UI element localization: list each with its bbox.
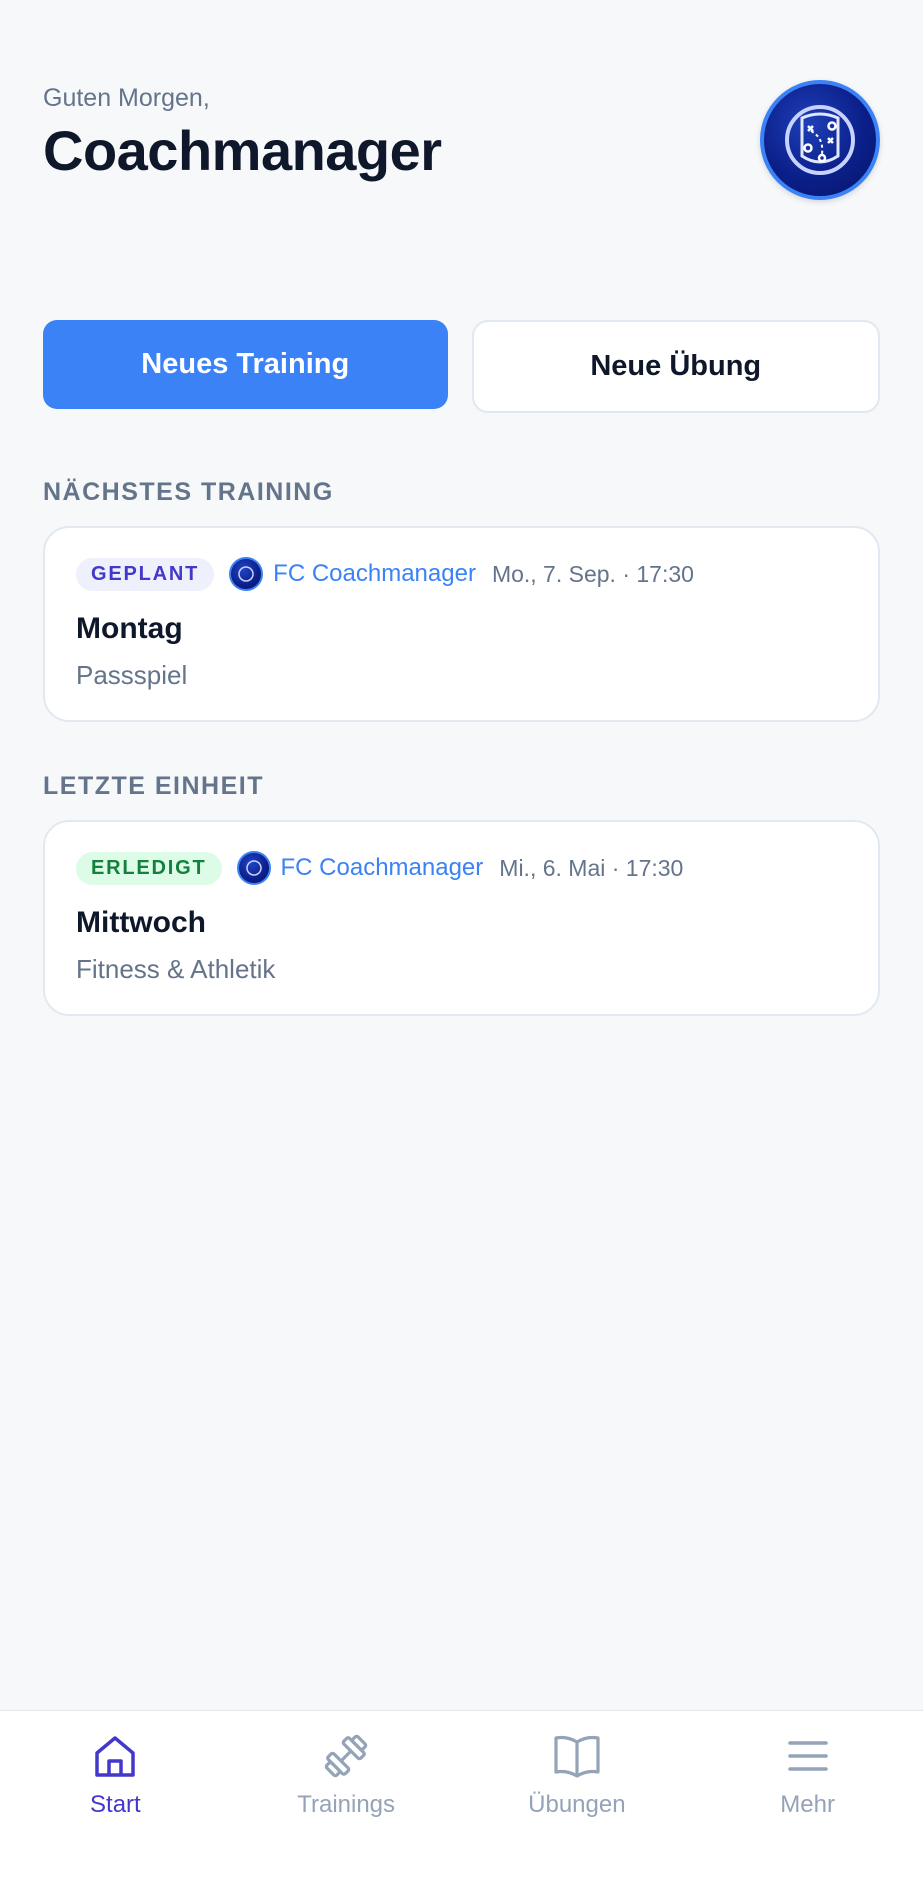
tab-mehr[interactable]: Mehr [692, 1711, 923, 1890]
new-exercise-button[interactable]: Neue Übung [471, 320, 880, 413]
team-logo-icon [229, 557, 264, 591]
session-date: Mi., 6. Mai · 17:30 [499, 854, 684, 881]
new-training-button[interactable]: Neues Training [43, 320, 448, 409]
tab-trainings[interactable]: Trainings [231, 1711, 462, 1890]
header: Guten Morgen, Coachmanager [43, 80, 880, 210]
team-logo-icon [236, 851, 271, 885]
tab-bar: Start Trainings Übungen Mehr [0, 1710, 923, 1890]
session-title: Mittwoch [76, 906, 206, 939]
page-title: Coachmanager [43, 119, 442, 182]
training-focus: Passspiel [76, 660, 188, 690]
tab-label: Übungen [528, 1791, 626, 1818]
status-badge: ERLEDIGT [76, 851, 222, 885]
session-focus: Fitness & Athletik [76, 954, 276, 984]
avatar[interactable] [760, 80, 880, 200]
tactics-board-icon [785, 105, 855, 175]
greeting: Guten Morgen, [43, 84, 210, 112]
quick-actions: Neues Training Neue Übung [43, 320, 880, 413]
team-name[interactable]: FC Coachmanager [273, 560, 476, 588]
tab-label: Trainings [297, 1791, 396, 1818]
dumbbell-icon [319, 1729, 373, 1783]
section-label-last-session: LETZTE EINHEIT [43, 772, 264, 800]
home-icon [88, 1729, 142, 1783]
training-date: Mo., 7. Sep. · 17:30 [491, 560, 694, 587]
section-label-next-training: NÄCHSTES TRAINING [43, 478, 334, 506]
card-meta: GEPLANT FC Coachmanager Mo., 7. Sep. · 1… [76, 556, 847, 592]
status-badge: GEPLANT [76, 557, 215, 591]
team-name[interactable]: FC Coachmanager [281, 854, 484, 882]
tab-uebungen[interactable]: Übungen [462, 1711, 693, 1890]
tab-label: Start [90, 1791, 141, 1818]
training-title: Montag [76, 612, 183, 645]
tab-start[interactable]: Start [0, 1711, 231, 1890]
last-session-card[interactable]: ERLEDIGT FC Coachmanager Mi., 6. Mai · 1… [43, 820, 880, 1016]
menu-icon [781, 1729, 835, 1783]
book-icon [550, 1729, 604, 1783]
tab-label: Mehr [780, 1791, 835, 1818]
card-meta: ERLEDIGT FC Coachmanager Mi., 6. Mai · 1… [76, 850, 847, 886]
next-training-card[interactable]: GEPLANT FC Coachmanager Mo., 7. Sep. · 1… [43, 526, 880, 722]
